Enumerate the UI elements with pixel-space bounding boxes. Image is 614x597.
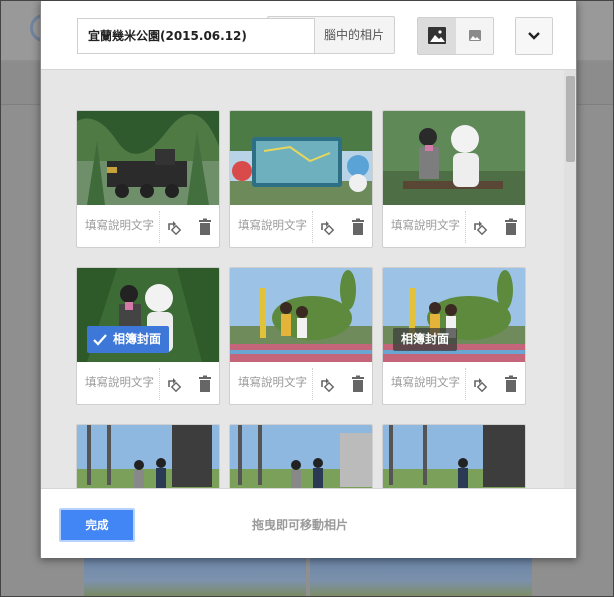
photo-card[interactable] bbox=[229, 424, 373, 488]
image-large-icon bbox=[428, 27, 446, 44]
cover-badge-label: 相簿封面 bbox=[113, 332, 162, 346]
trash-icon[interactable] bbox=[350, 375, 366, 393]
image-small-icon bbox=[469, 30, 481, 41]
divider bbox=[312, 368, 313, 400]
photo-card[interactable]: 相簿封面 填寫說明文字 bbox=[76, 267, 220, 405]
divider bbox=[465, 211, 466, 243]
card-footer: 填寫說明文字 bbox=[383, 205, 525, 247]
view-size-toggle bbox=[417, 17, 494, 55]
dialog-header: 腦中的相片 宜蘭幾米公園(2015.06.12) bbox=[41, 1, 576, 70]
card-footer: 填寫說明文字 bbox=[383, 362, 525, 404]
album-title-input[interactable]: 宜蘭幾米公園(2015.06.12) bbox=[77, 18, 315, 54]
rotate-icon[interactable] bbox=[165, 218, 183, 236]
rotate-icon[interactable] bbox=[318, 218, 336, 236]
scrollbar[interactable] bbox=[564, 70, 576, 488]
photo-thumbnail[interactable] bbox=[77, 111, 219, 205]
photo-card[interactable]: 相簿封面 填寫說明文字 bbox=[382, 267, 526, 405]
photo-grid: 填寫說明文字 填寫說明文字 填寫說明文字 相簿封面 填寫說明文字 填寫說明文字 … bbox=[41, 70, 564, 488]
photo-thumbnail[interactable] bbox=[383, 111, 525, 205]
background-photo bbox=[310, 556, 532, 597]
caption-input[interactable]: 填寫說明文字 bbox=[238, 217, 320, 233]
background-photo bbox=[84, 556, 306, 597]
caption-input[interactable]: 填寫說明文字 bbox=[391, 374, 473, 390]
dialog-footer: 完成 拖曳即可移動相片 bbox=[41, 488, 576, 558]
divider bbox=[312, 211, 313, 243]
chevron-down-icon bbox=[528, 32, 540, 40]
card-footer: 填寫說明文字 bbox=[230, 205, 372, 247]
photo-card[interactable]: 填寫說明文字 bbox=[382, 110, 526, 248]
trash-icon[interactable] bbox=[503, 218, 519, 236]
scrollbar-thumb[interactable] bbox=[566, 76, 575, 162]
photo-card[interactable]: 填寫說明文字 bbox=[229, 110, 373, 248]
edit-album-dialog: 腦中的相片 宜蘭幾米公園(2015.06.12) 填寫說明文字 填寫說明文字 填… bbox=[40, 0, 577, 558]
photo-card[interactable] bbox=[76, 424, 220, 488]
small-thumbnails-button[interactable] bbox=[456, 18, 493, 54]
caption-input[interactable]: 填寫說明文字 bbox=[238, 374, 320, 390]
photo-card[interactable]: 填寫說明文字 bbox=[229, 267, 373, 405]
check-icon bbox=[93, 333, 107, 346]
large-thumbnails-button[interactable] bbox=[418, 18, 456, 54]
photo-card[interactable] bbox=[382, 424, 526, 488]
card-footer: 填寫說明文字 bbox=[230, 362, 372, 404]
more-options-button[interactable] bbox=[515, 17, 553, 55]
rotate-icon[interactable] bbox=[318, 375, 336, 393]
photo-thumbnail[interactable] bbox=[230, 111, 372, 205]
album-cover-badge[interactable]: 相簿封面 bbox=[87, 326, 170, 353]
photo-thumbnail[interactable] bbox=[77, 425, 219, 488]
divider bbox=[465, 368, 466, 400]
photo-thumbnail[interactable] bbox=[230, 425, 372, 488]
rotate-icon[interactable] bbox=[471, 375, 489, 393]
trash-icon[interactable] bbox=[197, 218, 213, 236]
set-album-cover-button[interactable]: 相簿封面 bbox=[393, 328, 458, 351]
photo-thumbnail[interactable]: 相簿封面 bbox=[77, 268, 219, 362]
rotate-icon[interactable] bbox=[471, 218, 489, 236]
trash-icon[interactable] bbox=[350, 218, 366, 236]
drag-hint-text: 拖曳即可移動相片 bbox=[252, 518, 349, 532]
caption-input[interactable]: 填寫說明文字 bbox=[85, 374, 167, 390]
divider bbox=[159, 211, 160, 243]
divider bbox=[159, 368, 160, 400]
photo-thumbnail[interactable] bbox=[383, 425, 525, 488]
trash-icon[interactable] bbox=[197, 375, 213, 393]
card-footer: 填寫說明文字 bbox=[77, 362, 219, 404]
photo-thumbnail[interactable] bbox=[230, 268, 372, 362]
photo-card[interactable]: 填寫說明文字 bbox=[76, 110, 220, 248]
card-footer: 填寫說明文字 bbox=[77, 205, 219, 247]
caption-input[interactable]: 填寫說明文字 bbox=[85, 217, 167, 233]
done-button[interactable]: 完成 bbox=[59, 508, 135, 542]
caption-input[interactable]: 填寫說明文字 bbox=[391, 217, 473, 233]
rotate-icon[interactable] bbox=[165, 375, 183, 393]
trash-icon[interactable] bbox=[503, 375, 519, 393]
photo-thumbnail[interactable]: 相簿封面 bbox=[383, 268, 525, 362]
